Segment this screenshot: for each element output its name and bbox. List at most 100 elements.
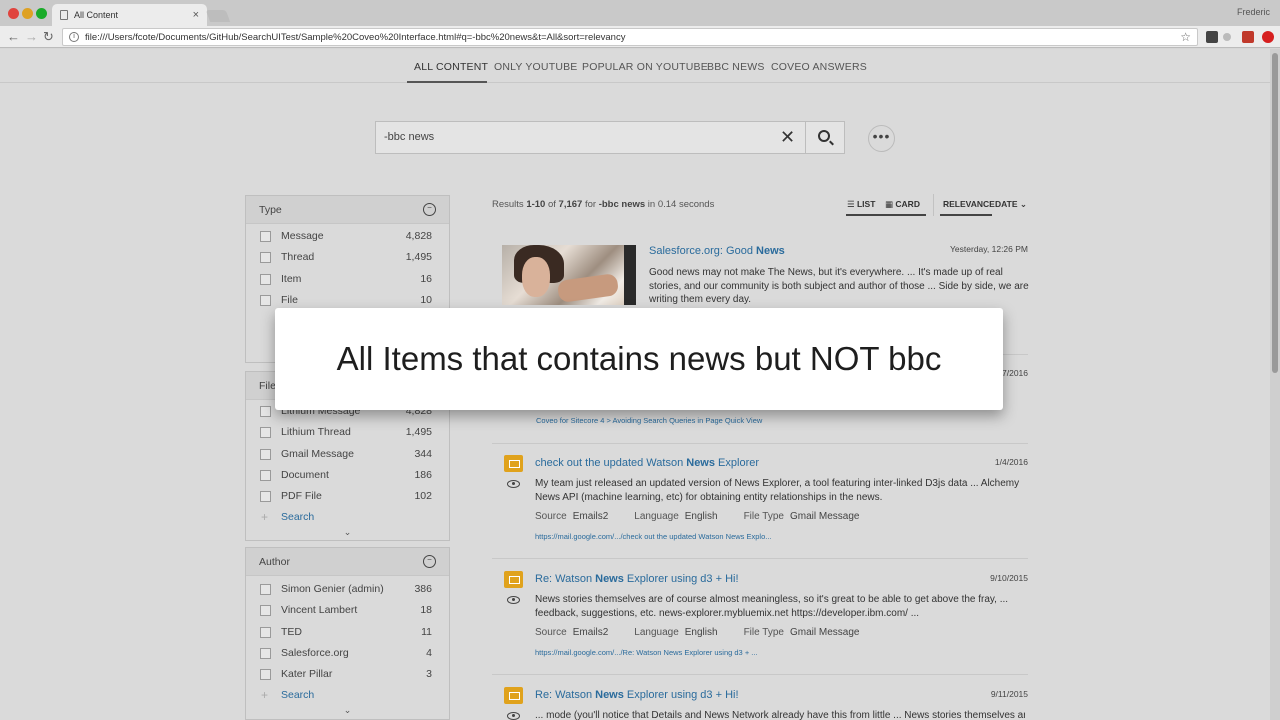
query-summary: Results 1-10 of 7,167 for -bbc news in 0… xyxy=(492,199,715,210)
search-tabs: ALL CONTENT ONLY YOUTUBE POPULAR ON YOUT… xyxy=(0,49,1270,83)
checkbox[interactable] xyxy=(260,294,271,306)
plus-icon: + xyxy=(261,688,269,703)
bookmark-star-icon[interactable]: ☆ xyxy=(1180,30,1191,44)
close-window-button[interactable] xyxy=(8,8,19,19)
address-bar[interactable]: i file:///Users/fcote/Documents/GitHub/S… xyxy=(62,28,1198,46)
result-excerpt: My team just released an updated version… xyxy=(535,478,1020,503)
facet-value[interactable]: Thread 1,495 xyxy=(246,248,449,269)
search-icon[interactable] xyxy=(818,130,830,142)
document-icon xyxy=(60,10,68,20)
page-scrollbar[interactable] xyxy=(1270,49,1280,720)
facet-value[interactable]: Item 16 xyxy=(246,270,449,291)
annotation-callout: All Items that contains news but NOT bbc xyxy=(275,308,1003,410)
clear-search-icon[interactable]: ✕ xyxy=(780,127,795,148)
new-tab-button[interactable] xyxy=(205,10,231,22)
tab-popular-on-youtube[interactable]: POPULAR ON YOUTUBE xyxy=(582,61,708,73)
tab-title: All Content xyxy=(74,10,119,20)
checkbox[interactable] xyxy=(260,273,271,285)
result-uri[interactable]: Coveo for Sitecore 4 > Avoiding Search Q… xyxy=(536,416,762,425)
facet-value[interactable]: Salesforce.org 4 xyxy=(246,644,449,665)
facet-value[interactable]: Lithium Thread 1,495 xyxy=(246,423,449,444)
checkbox[interactable] xyxy=(260,427,271,439)
facet-value[interactable]: Kater Pillar 3 xyxy=(246,665,449,686)
result-item: Re: Watson News Explorer using d3 + Hi! … xyxy=(492,687,1028,720)
facet-header: Type − xyxy=(246,196,449,224)
result-fields: Source Emails2 Language English File Type Gma… xyxy=(535,627,860,638)
result-title[interactable]: check out the updated Watson News Explor… xyxy=(535,457,759,469)
facet-value[interactable]: Gmail Message 344 xyxy=(246,445,449,466)
extension-icon[interactable] xyxy=(1223,33,1231,41)
result-item: check out the updated Watson News Explor… xyxy=(492,455,1028,559)
search-input[interactable]: -bbc news xyxy=(384,131,434,143)
checkbox[interactable] xyxy=(260,231,271,242)
facet-search[interactable]: + Search xyxy=(246,686,449,706)
mail-icon xyxy=(504,455,523,472)
result-uri[interactable]: https://mail.google.com/.../check out th… xyxy=(535,532,772,541)
checkbox[interactable] xyxy=(260,491,271,503)
checkbox[interactable] xyxy=(260,669,271,681)
result-item: Re: Watson News Explorer using d3 + Hi! … xyxy=(492,571,1028,675)
tab-coveo-answers[interactable]: COVEO ANSWERS xyxy=(771,61,867,73)
facet-value[interactable]: Simon Genier (admin) 386 xyxy=(246,580,449,601)
checkbox[interactable] xyxy=(260,469,271,481)
chevron-down-icon[interactable]: ⌄ xyxy=(246,706,449,718)
checkbox[interactable] xyxy=(260,626,271,638)
result-title[interactable]: Re: Watson News Explorer using d3 + Hi! xyxy=(535,573,739,585)
result-uri[interactable]: https://mail.google.com/.../Re: Watson N… xyxy=(535,648,758,657)
mail-icon xyxy=(504,687,523,704)
checkbox[interactable] xyxy=(260,584,271,595)
checkbox[interactable] xyxy=(260,647,271,659)
forward-arrow-icon[interactable]: → xyxy=(25,29,38,44)
checkbox[interactable] xyxy=(260,406,271,417)
browser-tab[interactable]: All Content × xyxy=(52,4,207,26)
active-tab-underline xyxy=(407,81,487,83)
facet-settings-icon[interactable]: − xyxy=(423,555,436,568)
checkbox[interactable] xyxy=(260,448,271,460)
result-date: 1/4/2016 xyxy=(994,457,1028,467)
facet-value[interactable]: Message 4,828 xyxy=(246,227,449,248)
search-box[interactable]: -bbc news ✕ xyxy=(375,121,845,154)
close-tab-icon[interactable]: × xyxy=(193,9,199,21)
extension-icon[interactable] xyxy=(1262,31,1274,43)
url-text[interactable]: file:///Users/fcote/Documents/GitHub/Sea… xyxy=(85,32,1180,43)
list-view-button[interactable]: ☰ LIST xyxy=(847,199,875,210)
chevron-down-icon[interactable]: ⌄ xyxy=(246,528,449,540)
facet-settings-icon[interactable]: − xyxy=(423,203,436,216)
extension-icon[interactable] xyxy=(1206,31,1218,43)
scrollbar-thumb[interactable] xyxy=(1272,53,1278,373)
result-thumbnail[interactable] xyxy=(502,245,636,305)
plus-icon: + xyxy=(261,510,269,525)
back-arrow-icon[interactable]: ← xyxy=(7,29,20,44)
zoom-window-button[interactable] xyxy=(36,8,47,19)
tab-all-content[interactable]: ALL CONTENT xyxy=(414,61,488,73)
result-excerpt: News stories themselves are of course al… xyxy=(535,594,1009,619)
facet-value[interactable]: TED 11 xyxy=(246,623,449,644)
sort-relevance[interactable]: RELEVANCE xyxy=(943,199,995,209)
checkbox[interactable] xyxy=(260,252,271,264)
mail-icon xyxy=(504,571,523,588)
checkbox[interactable] xyxy=(260,605,271,617)
result-date: 9/11/2015 xyxy=(990,689,1028,699)
reload-icon[interactable]: ↻ xyxy=(43,29,54,45)
extension-icon[interactable] xyxy=(1242,31,1254,43)
profile-name[interactable]: Frederic xyxy=(1237,7,1270,17)
facet-value[interactable]: PDF File 102 xyxy=(246,487,449,508)
quickview-eye-icon[interactable] xyxy=(507,596,520,604)
facet-search[interactable]: + Search xyxy=(246,508,449,528)
facet-value[interactable]: Document 186 xyxy=(246,466,449,487)
minimize-window-button[interactable] xyxy=(22,8,33,19)
tab-bbc-news[interactable]: BBC NEWS xyxy=(707,61,765,73)
more-options-button[interactable]: ••• xyxy=(868,125,895,152)
quickview-eye-icon[interactable] xyxy=(507,712,520,720)
tab-only-youtube[interactable]: ONLY YOUTUBE xyxy=(494,61,578,73)
info-icon[interactable]: i xyxy=(69,32,79,42)
card-view-button[interactable]: ▦ CARD xyxy=(885,199,920,210)
result-title[interactable]: Salesforce.org: Good News xyxy=(649,245,785,257)
sort-date[interactable]: DATE ⌄ xyxy=(995,199,1027,210)
facet-value[interactable]: Vincent Lambert 18 xyxy=(246,601,449,622)
browser-tab-bar: All Content × Frederic xyxy=(0,0,1280,26)
result-title[interactable]: Re: Watson News Explorer using d3 + Hi! xyxy=(535,689,739,701)
result-excerpt: Good news may not make The News, but it'… xyxy=(649,267,1029,305)
facet-title: Author xyxy=(259,556,290,568)
quickview-eye-icon[interactable] xyxy=(507,480,520,488)
